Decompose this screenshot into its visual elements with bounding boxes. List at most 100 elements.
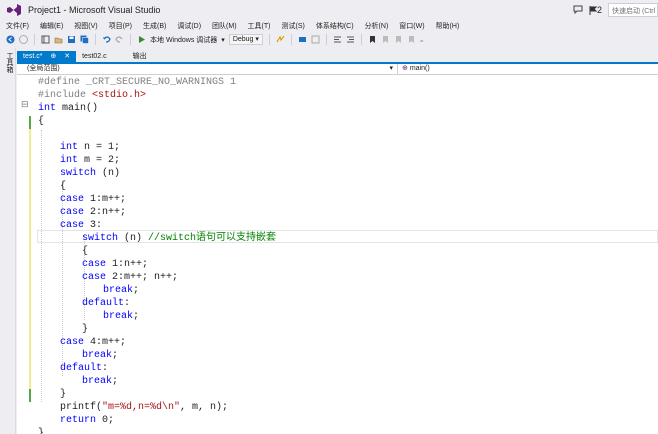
token: break — [82, 376, 113, 387]
code-line: } — [38, 323, 88, 336]
menu-file[interactable]: 文件(F) — [6, 21, 29, 31]
code-area[interactable]: ⊟ #define _CRT_SECURE_NO_WARNINGS 1 #inc… — [17, 76, 658, 434]
new-project-icon[interactable] — [41, 35, 50, 44]
tab-test02-c[interactable]: test02.c — [76, 51, 113, 62]
token: case — [82, 259, 107, 270]
token: ; — [133, 311, 140, 322]
code-line: printf("m=%d,n=%d\n", m, n); — [38, 401, 228, 414]
code-line: case 2:m++; n++; — [38, 271, 178, 284]
token: 2:n++; — [84, 207, 127, 218]
debug-target[interactable]: 本地 Windows 调试器 — [150, 35, 217, 45]
menu-analyze[interactable]: 分析(N) — [365, 21, 389, 31]
code-line: break; — [38, 310, 139, 323]
solution-explorer-icon[interactable] — [298, 35, 307, 44]
code-line: return 0; — [38, 414, 114, 427]
code-line: break; — [38, 284, 139, 297]
toggle-icon[interactable] — [311, 35, 320, 44]
token: : — [124, 298, 131, 309]
menu-architecture[interactable]: 体系结构(C) — [316, 21, 354, 31]
tab-test-c[interactable]: test.c* ⊕ ✕ — [17, 51, 77, 62]
open-file-icon[interactable] — [54, 35, 63, 44]
browser-link-icon[interactable] — [276, 35, 285, 44]
token: { — [38, 116, 45, 127]
close-icon[interactable]: ✕ — [64, 53, 70, 60]
token: ; — [133, 285, 140, 296]
prev-bookmark-icon[interactable] — [381, 35, 390, 44]
back-icon[interactable] — [6, 35, 15, 44]
saved-change-marker — [29, 116, 31, 129]
code-line: } — [38, 388, 66, 401]
member-value: main() — [409, 65, 430, 72]
token: } — [82, 324, 89, 335]
next-bookmark-icon[interactable] — [394, 35, 403, 44]
undo-icon[interactable] — [102, 35, 111, 44]
menu-team[interactable]: 团队(M) — [212, 21, 237, 31]
scope-dropdown[interactable]: (全局范围) ▾ — [17, 64, 398, 74]
code-editor[interactable]: (全局范围) ▾ ⊕ main() ⊟ #define _CRT_SECURE_… — [17, 62, 658, 434]
feedback-icon[interactable] — [573, 5, 583, 16]
code-line: case 2:n++; — [38, 206, 126, 219]
token: case — [60, 194, 85, 205]
clear-bookmarks-icon[interactable] — [407, 35, 416, 44]
code-line: int m = 2; — [38, 154, 120, 167]
token: 0; — [96, 415, 115, 426]
redo-icon[interactable] — [115, 35, 124, 44]
code-line: #include <stdio.h> — [38, 89, 146, 102]
pin-icon[interactable]: ⊕ — [50, 53, 56, 60]
notifications[interactable]: 2 — [589, 5, 602, 15]
menu-debug[interactable]: 调试(D) — [177, 21, 201, 31]
debug-target-dropdown-icon[interactable]: ▾ — [221, 36, 225, 44]
forward-icon[interactable] — [19, 35, 28, 44]
menu-test[interactable]: 测试(S) — [282, 21, 305, 31]
code-line: int n = 1; — [38, 141, 120, 154]
token: { — [60, 181, 67, 192]
token: #define _CRT_SECURE_NO_WARNINGS 1 — [38, 77, 237, 88]
menu-view[interactable]: 视图(V) — [74, 21, 97, 31]
configuration-dropdown[interactable]: Debug ▾ — [228, 34, 263, 45]
code-line: break; — [38, 349, 118, 362]
toolbar-overflow-icon[interactable]: ₌ — [420, 36, 424, 44]
tab-output[interactable]: 输出 — [127, 51, 153, 62]
token: : — [102, 363, 109, 374]
token: break — [103, 311, 134, 322]
token: switch — [60, 168, 97, 179]
token: } — [60, 389, 67, 400]
start-debugging-icon[interactable] — [137, 35, 146, 44]
menu-edit[interactable]: 编辑(E) — [40, 21, 63, 31]
unsaved-change-marker — [29, 129, 31, 389]
token: 4:m++; — [84, 337, 127, 348]
code-line: switch (n) //switch语句可以支持嵌套 — [38, 232, 276, 245]
save-all-icon[interactable] — [80, 35, 89, 44]
menu-help[interactable]: 帮助(H) — [436, 21, 460, 31]
toolbox-panel[interactable]: 工具箱 — [0, 48, 16, 434]
menu-window[interactable]: 窗口(W) — [399, 21, 424, 31]
function-icon: ⊕ — [402, 65, 408, 72]
member-dropdown[interactable]: ⊕ main() — [398, 64, 430, 74]
token: main() — [56, 103, 99, 114]
token: return — [60, 415, 97, 426]
save-icon[interactable] — [67, 35, 76, 44]
code-line: break; — [38, 375, 118, 388]
uncomment-icon[interactable] — [346, 35, 355, 44]
token: int — [60, 142, 79, 153]
token: 1:n++; — [106, 259, 149, 270]
notifications-count: 2 — [596, 5, 602, 15]
comment-out-icon[interactable] — [333, 35, 342, 44]
token: break — [103, 285, 134, 296]
collapse-toggle-icon[interactable]: ⊟ — [21, 100, 29, 110]
toolbox-label: 工具箱 — [6, 52, 13, 73]
token: } — [38, 428, 45, 434]
code-line: case 3: — [38, 219, 102, 232]
token: { — [82, 246, 89, 257]
tab-label: test02.c — [82, 53, 107, 60]
configuration-value: Debug — [232, 36, 254, 43]
quick-launch-input[interactable]: 快速启动 (Ctrl — [608, 3, 658, 17]
menu-build[interactable]: 生成(B) — [143, 21, 166, 31]
token: case — [82, 272, 107, 283]
menu-project[interactable]: 项目(P) — [109, 21, 132, 31]
toolbar-separator — [325, 34, 327, 45]
bookmark-icon[interactable] — [368, 35, 377, 44]
toolbar-separator — [290, 34, 292, 45]
menu-tools[interactable]: 工具(T) — [248, 21, 271, 31]
code-line: case 4:m++; — [38, 336, 126, 349]
